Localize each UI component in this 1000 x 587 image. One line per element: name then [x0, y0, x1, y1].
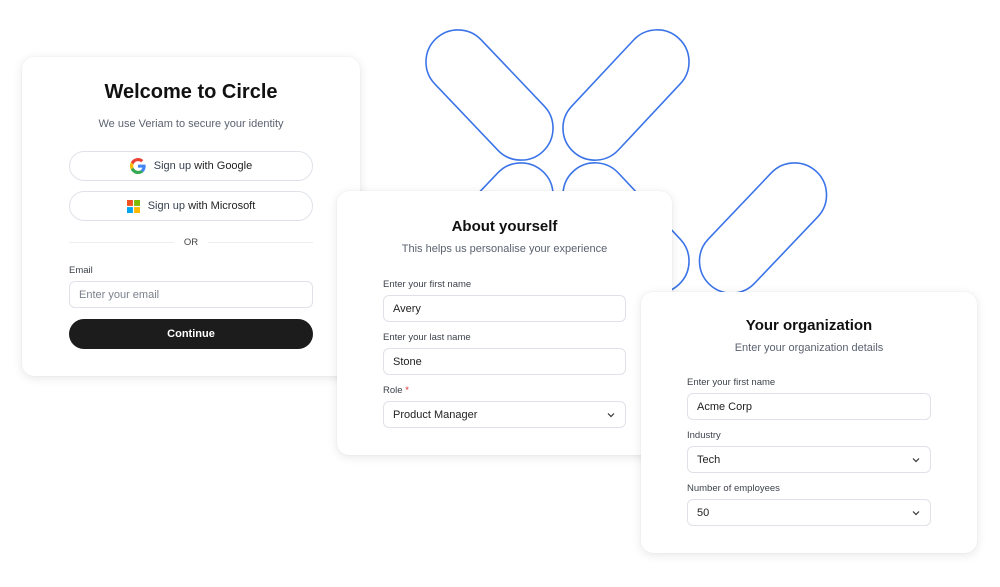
email-input[interactable]: Enter your email	[69, 281, 313, 308]
about-yourself-card: About yourself This helps us personalise…	[337, 191, 672, 455]
welcome-card: Welcome to Circle We use Veriam to secur…	[22, 57, 360, 376]
role-field: Role * Product Manager	[383, 385, 626, 428]
last-name-label: Enter your last name	[383, 332, 471, 343]
about-subtitle: This helps us personalise your experienc…	[401, 243, 608, 255]
role-label: Role *	[383, 385, 626, 396]
org-name-label: Enter your first name	[687, 377, 776, 388]
email-placeholder: Enter your email	[79, 288, 160, 301]
microsoft-button-prefix: Sign up	[147, 200, 185, 212]
email-label: Email	[69, 265, 93, 276]
org-subtitle: Enter your organization details	[734, 342, 884, 354]
chevron-down-icon	[912, 510, 920, 515]
chevron-down-icon	[607, 412, 615, 417]
industry-label: Industry	[687, 430, 721, 441]
role-label-text: Role	[383, 385, 403, 396]
pill-top-left	[425, 29, 554, 161]
google-icon	[129, 158, 146, 174]
sign-up-google-button[interactable]: Sign up with Google	[69, 151, 313, 181]
first-name-input[interactable]: Avery	[383, 295, 626, 322]
divider-label: OR	[183, 237, 199, 248]
first-name-field: Enter your first name Avery	[383, 279, 626, 322]
industry-field: Industry Tech	[687, 430, 931, 473]
organization-card: Your organization Enter your organizatio…	[641, 292, 977, 553]
required-marker: *	[405, 385, 409, 396]
continue-button[interactable]: Continue	[69, 319, 313, 349]
sign-up-microsoft-button[interactable]: Sign up with Microsoft	[69, 191, 313, 221]
employees-label: Number of employees	[687, 483, 780, 494]
first-name-value: Avery	[393, 302, 421, 315]
org-name-input[interactable]: Acme Corp	[687, 393, 931, 420]
role-value: Product Manager	[393, 408, 478, 421]
about-title: About yourself	[451, 218, 558, 235]
welcome-title: Welcome to Circle	[104, 81, 278, 103]
industry-value: Tech	[697, 453, 721, 466]
chevron-down-icon	[912, 457, 920, 462]
employees-select[interactable]: 50	[687, 499, 931, 526]
google-button-prefix: Sign up	[153, 160, 192, 172]
first-name-label: Enter your first name	[383, 279, 472, 290]
org-name-field: Enter your first name Acme Corp	[687, 377, 931, 420]
divider-line-left	[69, 242, 174, 243]
microsoft-button-suffix: with Microsoft	[188, 200, 256, 212]
org-name-value: Acme Corp	[697, 400, 753, 413]
org-title: Your organization	[745, 317, 873, 334]
welcome-subtitle: We use Veriam to secure your identity	[98, 118, 284, 130]
last-name-field: Enter your last name Stone	[383, 332, 626, 375]
last-name-value: Stone	[393, 355, 422, 368]
last-name-input[interactable]: Stone	[383, 348, 626, 375]
google-button-label: Sign up with Google	[154, 160, 252, 172]
pill-top-right	[562, 29, 690, 161]
divider-line-right	[208, 242, 313, 243]
industry-select[interactable]: Tech	[687, 446, 931, 473]
microsoft-icon	[126, 199, 140, 213]
role-select[interactable]: Product Manager	[383, 401, 626, 428]
google-button-suffix: with Google	[194, 160, 253, 172]
or-divider: OR	[69, 237, 313, 248]
microsoft-button-label: Sign up with Microsoft	[148, 200, 256, 212]
pill-right	[698, 162, 828, 294]
employees-field: Number of employees 50	[687, 483, 931, 526]
employees-value: 50	[697, 506, 710, 519]
